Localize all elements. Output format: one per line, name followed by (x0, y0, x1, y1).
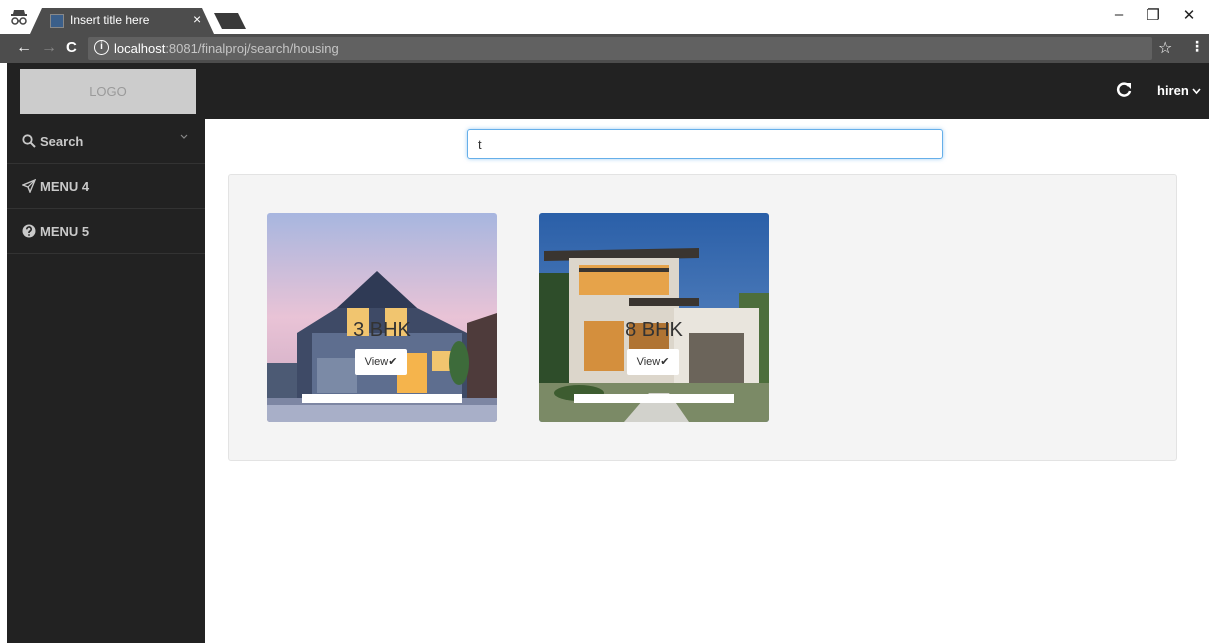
refresh-icon[interactable] (1115, 81, 1133, 99)
minimize-button[interactable]: – (1104, 6, 1134, 23)
browser-tab[interactable]: Insert title here × (30, 8, 214, 34)
restore-button[interactable]: ❐ (1138, 6, 1168, 24)
url-text: localhost:8081/finalproj/search/housing (114, 41, 339, 56)
sidebar-item-search[interactable]: Search (7, 119, 205, 164)
user-name: hiren (1157, 83, 1189, 98)
browser-toolbar: ← → C i localhost:8081/finalproj/search/… (0, 34, 1209, 63)
listing-title: 3 BHK (353, 319, 411, 341)
address-bar[interactable]: i localhost:8081/finalproj/search/housin… (88, 37, 1152, 60)
caption-bar (302, 394, 462, 403)
listing-title: 8 BHK (625, 319, 683, 341)
url-path: :8081/finalproj/search/housing (165, 41, 339, 56)
logo[interactable]: LOGO (20, 69, 196, 114)
search-icon (22, 134, 36, 148)
search-input[interactable] (467, 129, 943, 159)
sidebar-item-label: MENU 5 (40, 224, 90, 239)
forward-button[interactable]: → (41, 39, 57, 57)
sidebar: Search MENU 4 MENU 5 (7, 119, 205, 643)
sidebar-item-label: Search (40, 134, 84, 149)
chevron-down-icon (1192, 88, 1202, 95)
favicon-icon (50, 14, 64, 28)
sidebar-item-label: MENU 4 (40, 179, 90, 194)
question-circle-icon (22, 224, 36, 238)
info-icon[interactable]: i (94, 40, 109, 55)
app-header: LOGO hiren (7, 63, 1209, 119)
browser-tab-bar: Insert title here × – ❐ ✕ (0, 0, 1209, 34)
listing-card[interactable]: 3 BHK View✔ (267, 213, 497, 422)
sidebar-item-menu-5[interactable]: MENU 5 (7, 209, 205, 254)
bookmark-star-icon[interactable]: ☆ (1158, 38, 1172, 58)
url-host: localhost (114, 41, 166, 56)
view-button[interactable]: View✔ (627, 349, 679, 375)
user-menu[interactable]: hiren (1157, 83, 1202, 98)
incognito-icon (11, 10, 27, 25)
chevron-down-icon (180, 134, 188, 139)
browser-menu-icon[interactable]: ⋮ (1190, 38, 1204, 55)
close-window-button[interactable]: ✕ (1174, 6, 1204, 24)
caption-bar (574, 394, 734, 403)
tab-close-icon[interactable]: × (193, 11, 201, 27)
tab-title: Insert title here (70, 13, 150, 27)
results-panel: 3 BHK View✔ 8 BHK View✔ (228, 174, 1177, 461)
paper-plane-icon (22, 179, 36, 193)
new-tab-button[interactable] (214, 13, 246, 29)
listing-card[interactable]: 8 BHK View✔ (539, 213, 769, 422)
view-button[interactable]: View✔ (355, 349, 407, 375)
back-button[interactable]: ← (16, 39, 32, 57)
reload-button[interactable]: C (66, 39, 77, 56)
house-photo (267, 213, 497, 422)
sidebar-item-menu-4[interactable]: MENU 4 (7, 164, 205, 209)
house-photo (539, 213, 769, 422)
